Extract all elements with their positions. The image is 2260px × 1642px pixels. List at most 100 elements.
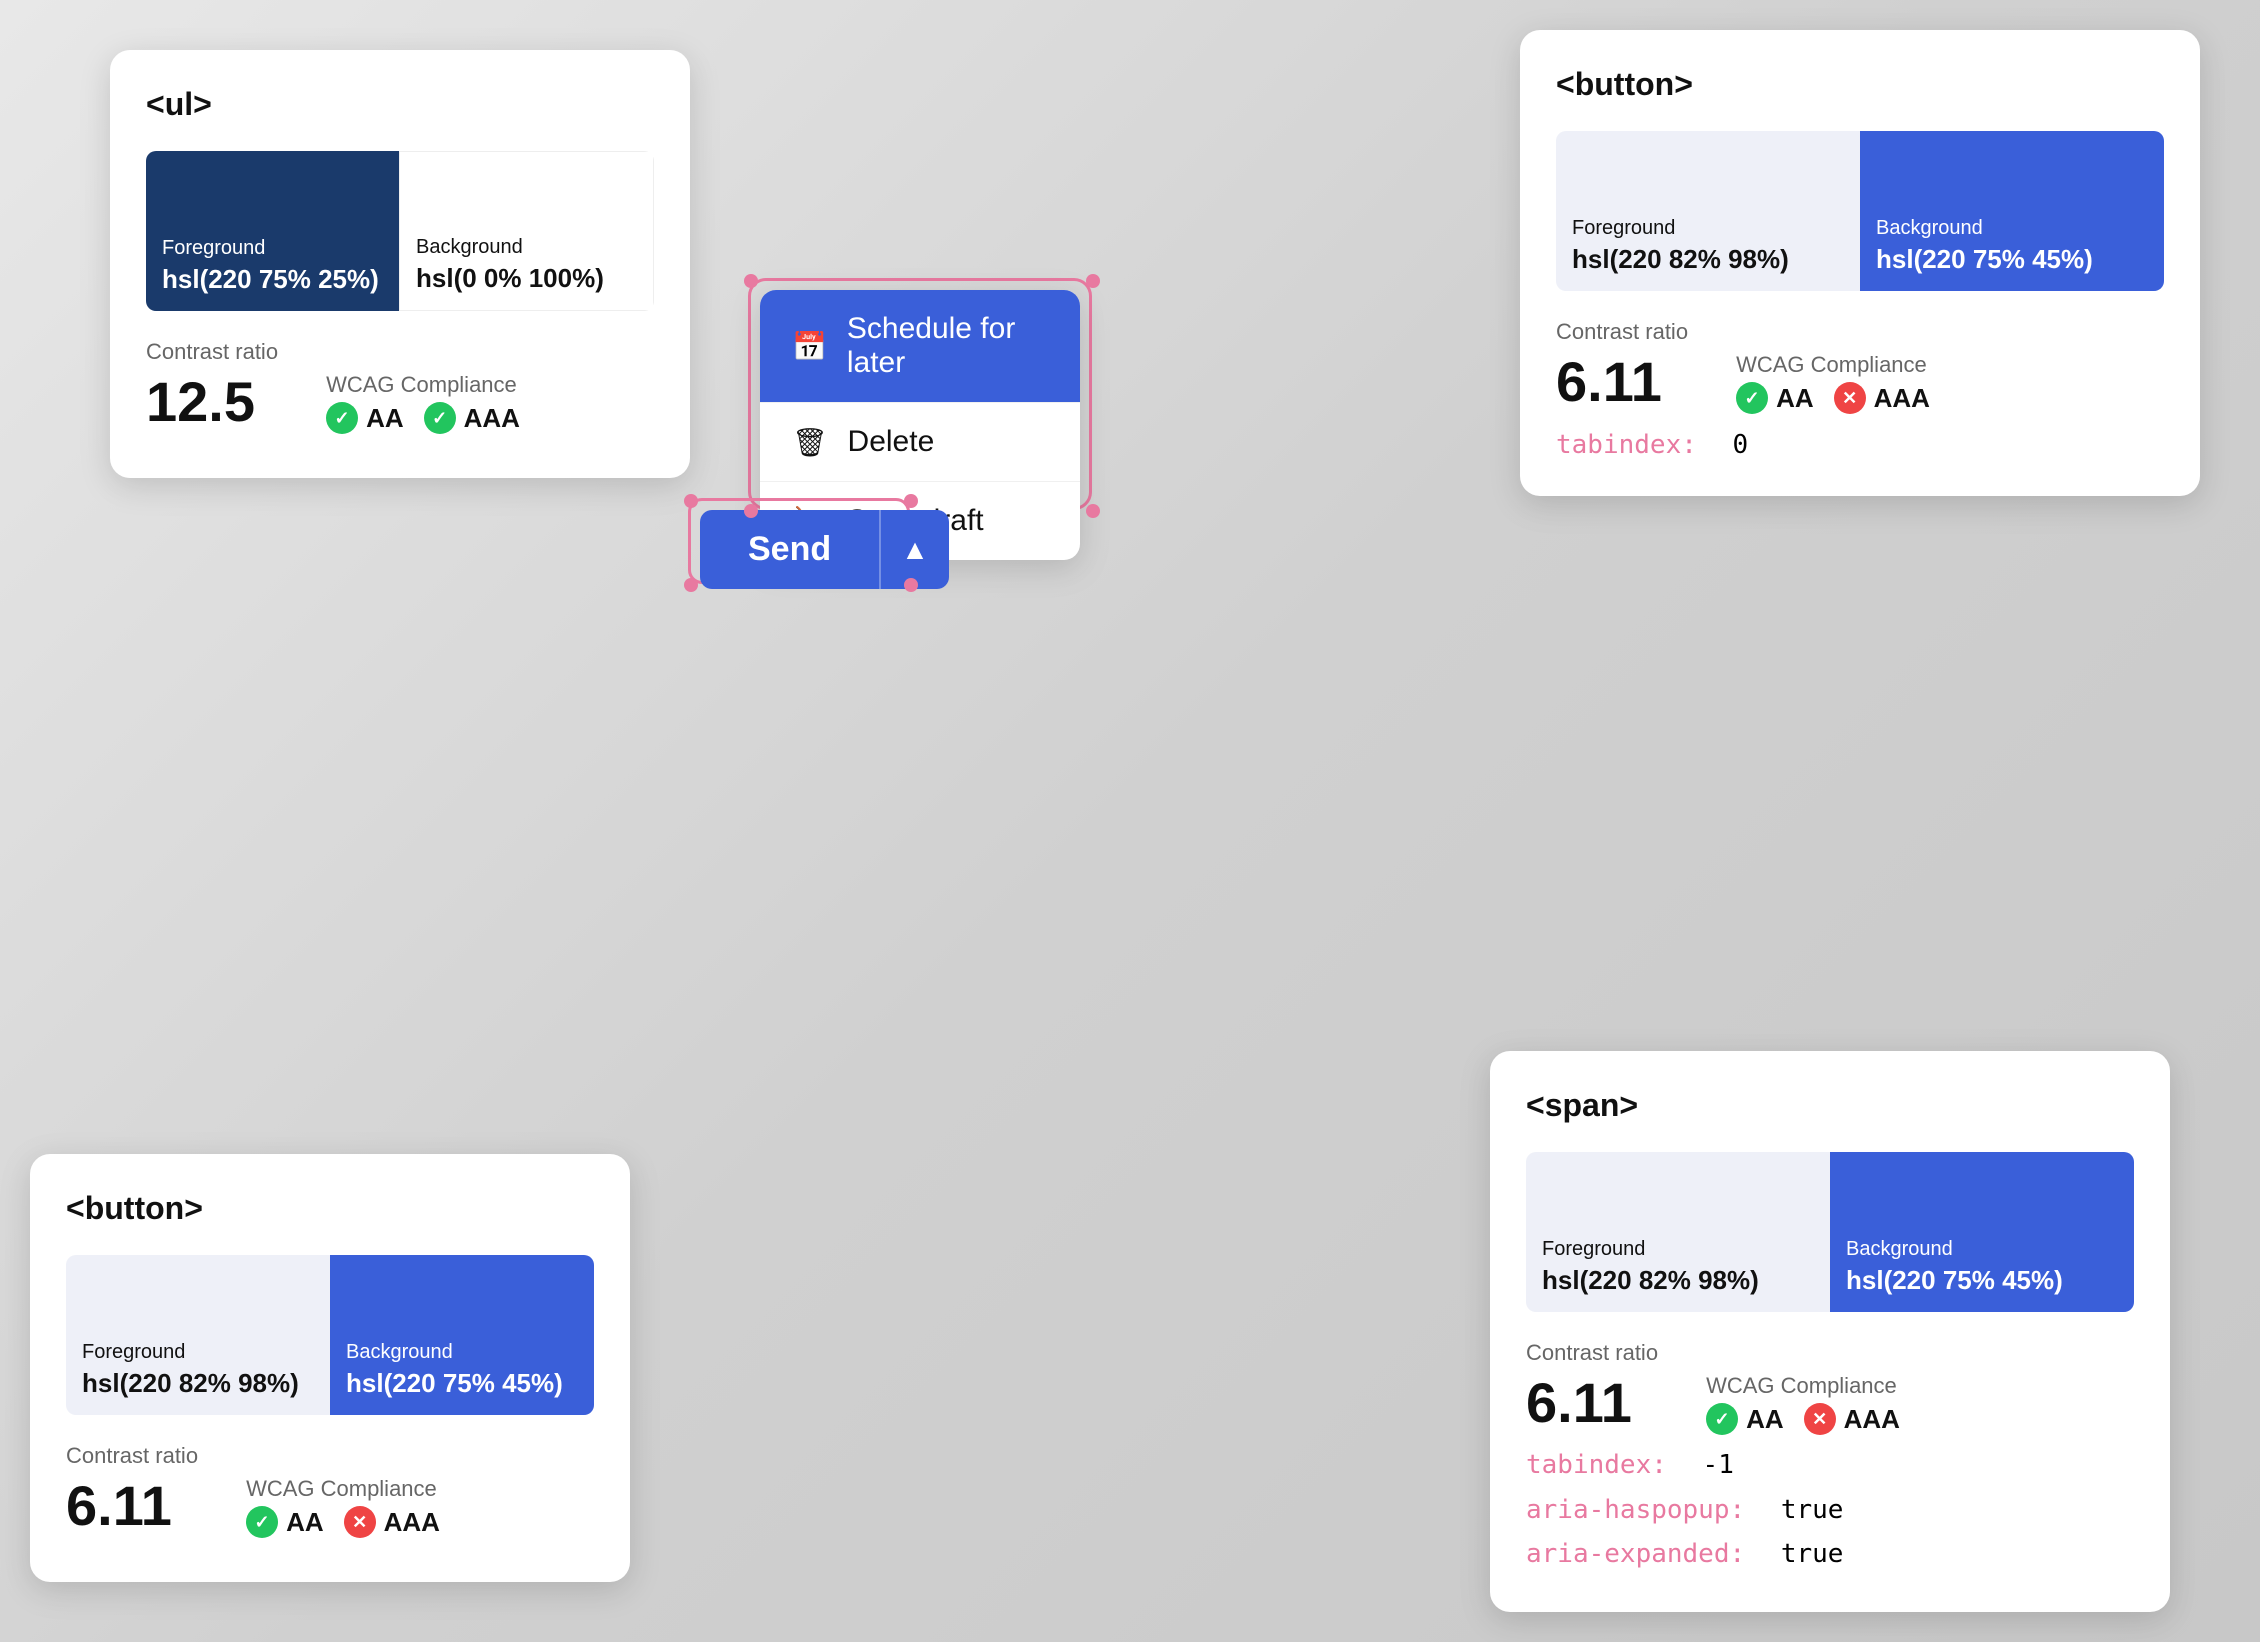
- ul-foreground-value: hsl(220 75% 25%): [162, 264, 383, 295]
- btn-top-tabindex-value: 0: [1733, 430, 1749, 460]
- span-contrast-value: 6.11: [1526, 1370, 1658, 1435]
- ul-background-swatch: Background hsl(0 0% 100%): [399, 151, 654, 311]
- btn-top-foreground-label: Foreground: [1572, 217, 1844, 240]
- span-contrast-group: Contrast ratio 6.11: [1526, 1340, 1658, 1435]
- span-wcag-row: ✓ AA ✕ AAA: [1706, 1403, 1900, 1435]
- btn-top-contrast-group: Contrast ratio 6.11: [1556, 319, 1688, 414]
- btn-top-aaa-label: AAA: [1874, 383, 1930, 414]
- ul-aa-label: AA: [366, 403, 404, 434]
- span-foreground-swatch: Foreground hsl(220 82% 98%): [1526, 1152, 1830, 1312]
- span-tabindex-label: tabindex:: [1526, 1450, 1667, 1480]
- span-aaa-badge: ✕ AAA: [1804, 1403, 1900, 1435]
- span-foreground-label: Foreground: [1542, 1238, 1814, 1261]
- dropdown-item-delete[interactable]: 🗑 Delete: [760, 403, 1080, 482]
- span-tabindex-value: -1: [1703, 1450, 1734, 1480]
- btn-top-wcag-row: ✓ AA ✕ AAA: [1736, 382, 1930, 414]
- dropdown-item-delete-label: Delete: [848, 425, 935, 459]
- span-aa-badge: ✓ AA: [1706, 1403, 1784, 1435]
- btn-top-metrics: Contrast ratio 6.11 WCAG Compliance ✓ AA…: [1556, 319, 2164, 414]
- corner-bl-dropdown: [744, 504, 758, 518]
- span-background-value: hsl(220 75% 45%): [1846, 1265, 2118, 1296]
- btn-bot-background-swatch: Background hsl(220 75% 45%): [330, 1255, 594, 1415]
- send-corner-tr: [904, 494, 918, 508]
- btn-bot-foreground-label: Foreground: [82, 1341, 314, 1364]
- ul-aa-badge: ✓ AA: [326, 402, 404, 434]
- card-button-top-tag: <button>: [1556, 66, 2164, 103]
- span-background-label: Background: [1846, 1238, 2118, 1261]
- caret-up-icon: ▲: [901, 534, 929, 566]
- ul-metrics: Contrast ratio 12.5 WCAG Compliance ✓ AA…: [146, 339, 654, 434]
- btn-bot-background-label: Background: [346, 1341, 578, 1364]
- dropdown-item-schedule[interactable]: 📅 Schedule for later: [760, 290, 1080, 403]
- btn-bot-wcag-label: WCAG Compliance: [246, 1476, 440, 1502]
- corner-br-dropdown: [1086, 504, 1100, 518]
- ul-wcag-label: WCAG Compliance: [326, 372, 520, 398]
- btn-top-tabindex-row: tabindex: 0: [1556, 430, 2164, 460]
- btn-bot-background-value: hsl(220 75% 45%): [346, 1368, 578, 1399]
- btn-bot-contrast-value: 6.11: [66, 1473, 198, 1538]
- btn-bot-foreground-value: hsl(220 82% 98%): [82, 1368, 314, 1399]
- ul-wcag-row: ✓ AA ✓ AAA: [326, 402, 520, 434]
- span-metrics: Contrast ratio 6.11 WCAG Compliance ✓ AA…: [1526, 1340, 2134, 1435]
- ul-foreground-label: Foreground: [162, 237, 383, 260]
- ul-aaa-label: AAA: [464, 403, 520, 434]
- btn-top-aa-badge: ✓ AA: [1736, 382, 1814, 414]
- btn-top-contrast-value: 6.11: [1556, 349, 1688, 414]
- ul-background-value: hsl(0 0% 100%): [416, 263, 637, 294]
- span-wcag-label: WCAG Compliance: [1706, 1373, 1900, 1399]
- btn-top-foreground-value: hsl(220 82% 98%): [1572, 244, 1844, 275]
- btn-bot-aa-check: ✓: [246, 1506, 278, 1538]
- send-corner-br: [904, 578, 918, 592]
- btn-top-tabindex-label: tabindex:: [1556, 430, 1697, 460]
- ul-aa-check: ✓: [326, 402, 358, 434]
- ul-contrast-label: Contrast ratio: [146, 339, 278, 365]
- calendar-icon: 📅: [792, 330, 827, 363]
- btn-bot-aa-badge: ✓ AA: [246, 1506, 324, 1538]
- card-ul-swatches: Foreground hsl(220 75% 25%) Background h…: [146, 151, 654, 311]
- ul-foreground-swatch: Foreground hsl(220 75% 25%): [146, 151, 399, 311]
- btn-bot-metrics: Contrast ratio 6.11 WCAG Compliance ✓ AA…: [66, 1443, 594, 1538]
- span-expanded-label: aria-expanded:: [1526, 1539, 1745, 1569]
- card-span-tag: <span>: [1526, 1087, 2134, 1124]
- span-haspopup-row: aria-haspopup: true: [1526, 1488, 2134, 1532]
- btn-top-aa-check: ✓: [1736, 382, 1768, 414]
- trash-icon: 🗑: [792, 426, 828, 459]
- card-button-top-swatches: Foreground hsl(220 82% 98%) Background h…: [1556, 131, 2164, 291]
- btn-top-aaa-badge: ✕ AAA: [1834, 382, 1930, 414]
- send-corner-tl: [684, 494, 698, 508]
- span-foreground-value: hsl(220 82% 98%): [1542, 1265, 1814, 1296]
- btn-bot-aaa-x: ✕: [344, 1506, 376, 1538]
- btn-bot-wcag-row: ✓ AA ✕ AAA: [246, 1506, 440, 1538]
- btn-top-background-value: hsl(220 75% 45%): [1876, 244, 2148, 275]
- corner-tr-dropdown: [1086, 274, 1100, 288]
- btn-bot-contrast-label: Contrast ratio: [66, 1443, 198, 1469]
- card-span: <span> Foreground hsl(220 82% 98%) Backg…: [1490, 1051, 2170, 1612]
- span-tabindex-row: tabindex: -1: [1526, 1443, 2134, 1487]
- send-caret-button[interactable]: ▲: [879, 510, 949, 589]
- ul-wcag-group: WCAG Compliance ✓ AA ✓ AAA: [326, 372, 520, 434]
- btn-top-foreground-swatch: Foreground hsl(220 82% 98%): [1556, 131, 1860, 291]
- card-ul: <ul> Foreground hsl(220 75% 25%) Backgro…: [110, 50, 690, 478]
- card-span-swatches: Foreground hsl(220 82% 98%) Background h…: [1526, 1152, 2134, 1312]
- span-contrast-label: Contrast ratio: [1526, 1340, 1658, 1366]
- ul-contrast-group: Contrast ratio 12.5: [146, 339, 278, 434]
- btn-bot-aaa-badge: ✕ AAA: [344, 1506, 440, 1538]
- ul-aaa-badge: ✓ AAA: [424, 402, 520, 434]
- card-ul-tag: <ul>: [146, 86, 654, 123]
- send-button[interactable]: Send: [700, 510, 879, 589]
- card-button-bottom: <button> Foreground hsl(220 82% 98%) Bac…: [30, 1154, 630, 1582]
- span-haspopup-value: true: [1781, 1495, 1844, 1525]
- span-aria-rows: tabindex: -1 aria-haspopup: true aria-ex…: [1526, 1443, 2134, 1576]
- btn-top-aa-label: AA: [1776, 383, 1814, 414]
- ul-contrast-value: 12.5: [146, 369, 278, 434]
- span-expanded-value: true: [1781, 1539, 1844, 1569]
- span-wcag-group: WCAG Compliance ✓ AA ✕ AAA: [1706, 1373, 1900, 1435]
- ul-aaa-check: ✓: [424, 402, 456, 434]
- btn-bot-foreground-swatch: Foreground hsl(220 82% 98%): [66, 1255, 330, 1415]
- ul-background-label: Background: [416, 236, 637, 259]
- btn-bot-aa-label: AA: [286, 1507, 324, 1538]
- btn-bot-aaa-label: AAA: [384, 1507, 440, 1538]
- span-haspopup-label: aria-haspopup:: [1526, 1495, 1745, 1525]
- dropdown-item-schedule-label: Schedule for later: [847, 312, 1048, 380]
- span-aa-check: ✓: [1706, 1403, 1738, 1435]
